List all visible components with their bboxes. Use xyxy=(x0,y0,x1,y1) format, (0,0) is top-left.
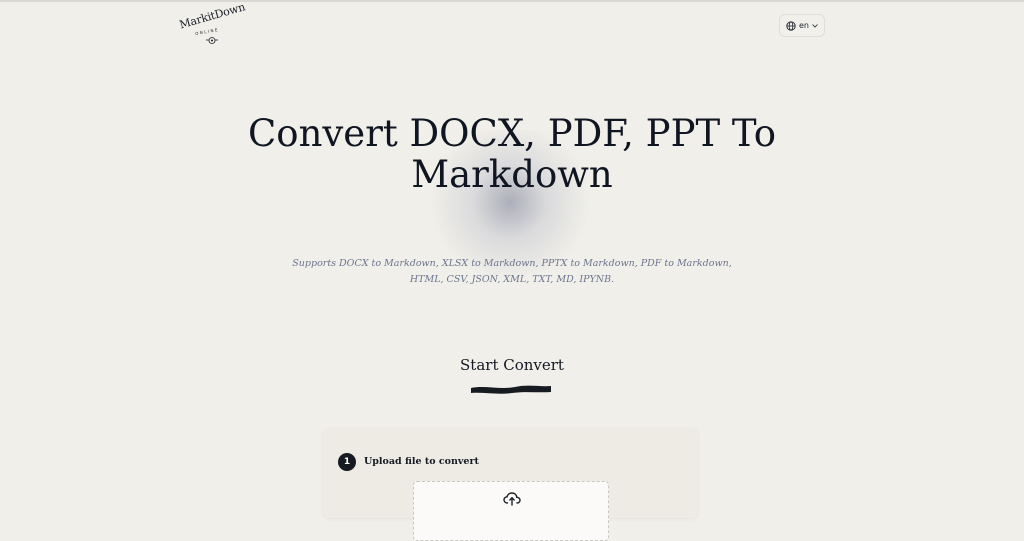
language-selector[interactable]: en xyxy=(779,14,825,37)
step-number-badge: 1 xyxy=(338,453,356,471)
globe-icon xyxy=(786,20,796,31)
logo[interactable]: MarkitDown ONLINE xyxy=(174,0,247,44)
logo-subtext: ONLINE xyxy=(194,26,220,37)
start-convert-heading: Start Convert xyxy=(460,356,564,374)
cloud-upload-icon xyxy=(503,492,521,506)
logo-mark-icon xyxy=(206,37,218,44)
step-label: Upload file to convert xyxy=(364,456,479,467)
language-label: en xyxy=(799,21,809,30)
file-dropzone[interactable] xyxy=(413,481,609,541)
hero-title: Convert DOCX, PDF, PPT To Markdown xyxy=(247,112,776,196)
hero-subtitle: Supports DOCX to Markdown, XLSX to Markd… xyxy=(292,258,732,285)
logo-text: MarkitDown xyxy=(178,0,247,32)
top-divider xyxy=(0,0,1024,2)
heading-underline xyxy=(471,385,551,394)
chevron-down-icon xyxy=(812,23,818,28)
upload-card: 1 Upload file to convert xyxy=(323,428,698,541)
